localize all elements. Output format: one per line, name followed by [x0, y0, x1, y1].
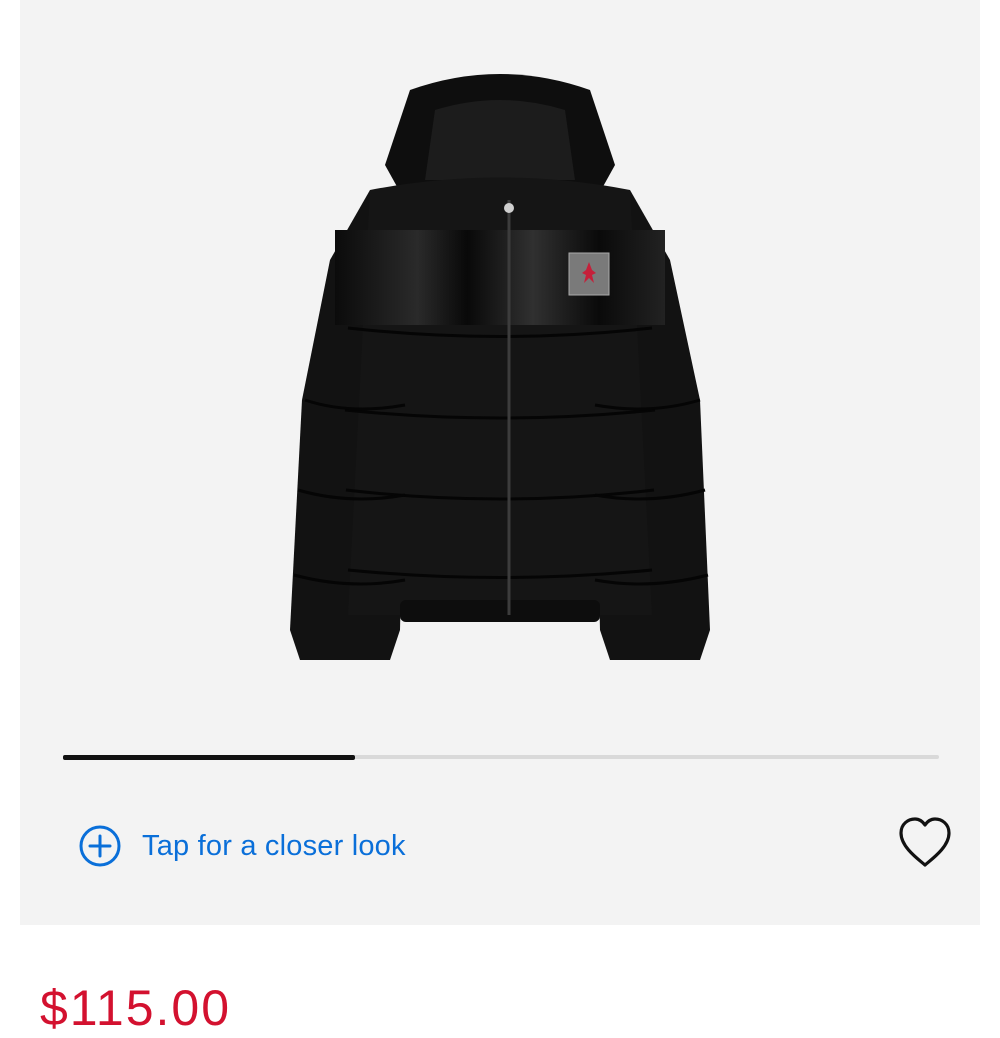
product-price: $115.00: [40, 980, 232, 1036]
wishlist-button[interactable]: [894, 815, 956, 871]
plus-circle-icon: [79, 825, 121, 867]
heart-outline-icon: [899, 817, 951, 867]
image-carousel-progress-fill: [63, 754, 355, 760]
closer-look-label: Tap for a closer look: [142, 829, 406, 862]
closer-look-button[interactable]: Tap for a closer look: [78, 818, 406, 874]
product-image-gallery[interactable]: Tap for a closer look: [20, 0, 980, 925]
image-carousel-progress: [63, 754, 939, 760]
product-image-jacket[interactable]: [260, 70, 740, 690]
